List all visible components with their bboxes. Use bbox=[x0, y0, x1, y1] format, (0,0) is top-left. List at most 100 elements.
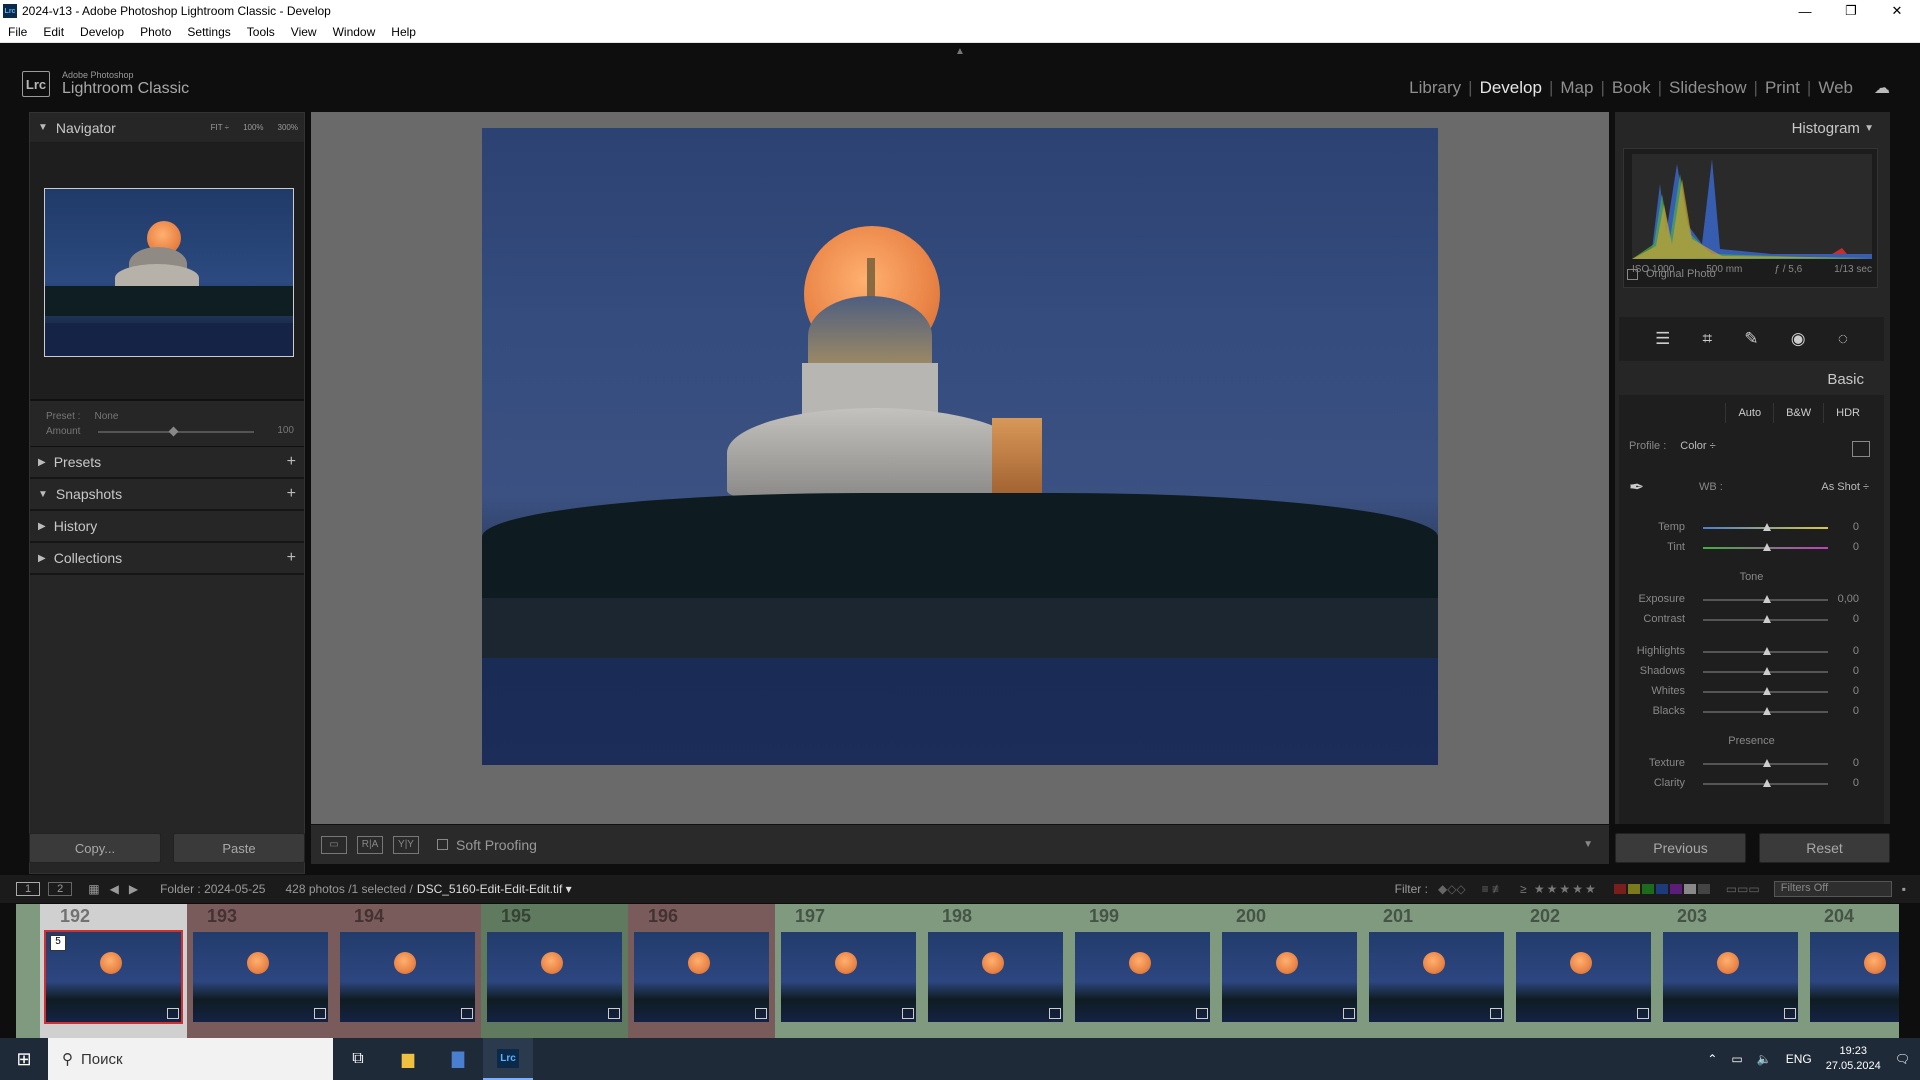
volume-icon[interactable]: 🔈 bbox=[1757, 1052, 1772, 1066]
amount-slider[interactable] bbox=[98, 426, 254, 437]
module-book[interactable]: Book bbox=[1605, 78, 1658, 98]
module-map[interactable]: Map bbox=[1553, 78, 1600, 98]
texture-slider[interactable]: Texture 0 bbox=[1619, 757, 1869, 771]
menu-settings[interactable]: Settings bbox=[179, 25, 238, 39]
histogram-header[interactable]: Histogram ▼ bbox=[1615, 112, 1890, 144]
snapshots-section[interactable]: ▼ Snapshots + bbox=[30, 479, 304, 511]
module-develop[interactable]: Develop bbox=[1473, 78, 1549, 98]
photo-thumbnail[interactable] bbox=[1516, 932, 1651, 1022]
filter-lock-icon[interactable]: ▪ bbox=[1902, 882, 1906, 896]
add-snapshot-icon[interactable]: + bbox=[287, 485, 296, 503]
filters-off-dropdown[interactable]: Filters Off bbox=[1773, 881, 1892, 897]
edited-badge-icon[interactable] bbox=[1343, 1008, 1355, 1019]
filmstrip-cell[interactable]: 200 bbox=[1216, 904, 1363, 1050]
filmstrip-cell[interactable]: 204 bbox=[1804, 904, 1899, 1050]
edited-badge-icon[interactable] bbox=[1049, 1008, 1061, 1019]
edited-badge-icon[interactable] bbox=[1784, 1008, 1796, 1019]
network-icon[interactable]: ▭ bbox=[1731, 1052, 1742, 1066]
masking-icon[interactable]: ◌ bbox=[1838, 329, 1848, 349]
photo-thumbnail[interactable] bbox=[928, 932, 1063, 1022]
edited-badge-icon[interactable] bbox=[755, 1008, 767, 1019]
stack-count-badge[interactable]: 5 bbox=[50, 935, 66, 951]
photo-thumbnail[interactable] bbox=[1222, 932, 1357, 1022]
filmstrip-cell[interactable]: 193 bbox=[187, 904, 334, 1050]
collapse-top-arrow-icon[interactable]: ▲ bbox=[955, 46, 965, 57]
filmstrip-cell[interactable]: 201 bbox=[1363, 904, 1510, 1050]
edited-badge-icon[interactable] bbox=[608, 1008, 620, 1019]
profile-dropdown[interactable]: Color ÷ bbox=[1680, 440, 1715, 452]
close-button[interactable]: ✕ bbox=[1874, 0, 1920, 22]
kind-filter-icons[interactable]: ▭▭▭ bbox=[1726, 882, 1760, 896]
zoom-300[interactable]: 300% bbox=[278, 123, 298, 132]
before-after-split-icon[interactable]: Y|Y bbox=[393, 835, 419, 854]
edit-sliders-icon[interactable]: ☰ bbox=[1655, 329, 1670, 349]
menu-view[interactable]: View bbox=[283, 25, 325, 39]
loupe-view-icon[interactable]: ▭ bbox=[321, 835, 347, 854]
menu-photo[interactable]: Photo bbox=[132, 25, 179, 39]
toolbar-menu-icon[interactable]: ▼ bbox=[1583, 839, 1593, 850]
history-section[interactable]: ▶ History bbox=[30, 511, 304, 543]
edited-badge-icon[interactable] bbox=[1490, 1008, 1502, 1019]
clock[interactable]: 19:23 27.05.2024 bbox=[1826, 1044, 1881, 1074]
photo-thumbnail[interactable] bbox=[1663, 932, 1798, 1022]
filmstrip-partial-cell[interactable] bbox=[16, 904, 40, 1050]
tint-slider[interactable]: Tint 0 bbox=[1619, 541, 1869, 555]
add-preset-icon[interactable]: + bbox=[287, 453, 296, 471]
cloud-sync-icon[interactable]: ☁ bbox=[1874, 78, 1890, 98]
red-eye-icon[interactable]: ◉ bbox=[1791, 329, 1806, 349]
filmstrip-cell[interactable]: 196 bbox=[628, 904, 775, 1050]
highlights-slider[interactable]: Highlights 0 bbox=[1619, 645, 1869, 659]
before-after-icon[interactable]: R|A bbox=[357, 835, 383, 854]
rating-filter-stars[interactable]: ≥ ★★★★★ bbox=[1520, 882, 1598, 896]
edited-badge-icon[interactable] bbox=[902, 1008, 914, 1019]
filmstrip-cell[interactable]: 192 5 bbox=[40, 904, 187, 1050]
maximize-button[interactable]: ❐ bbox=[1828, 0, 1874, 22]
profile-browser-icon[interactable] bbox=[1852, 441, 1870, 457]
shadows-slider[interactable]: Shadows 0 bbox=[1619, 665, 1869, 679]
photo-thumbnail[interactable] bbox=[193, 932, 328, 1022]
add-collection-icon[interactable]: + bbox=[287, 549, 296, 567]
photo-thumbnail[interactable] bbox=[1369, 932, 1504, 1022]
edited-badge-icon[interactable] bbox=[314, 1008, 326, 1019]
back-arrow-icon[interactable]: ◀ bbox=[110, 882, 119, 896]
taskbar-search[interactable]: ⚲ Поиск bbox=[48, 1038, 333, 1080]
photo-thumbnail[interactable] bbox=[1810, 932, 1899, 1022]
navigator-header[interactable]: ▼ Navigator FIT ÷ 100% 300% bbox=[30, 113, 304, 143]
secondary-window-button[interactable]: 2 bbox=[48, 882, 73, 896]
filmstrip-cell[interactable]: 197 bbox=[775, 904, 922, 1050]
lightroom-taskbar-icon[interactable]: Lrc bbox=[483, 1038, 533, 1080]
primary-window-button[interactable]: 1 bbox=[16, 882, 41, 896]
contrast-slider[interactable]: Contrast 0 bbox=[1619, 613, 1869, 627]
menu-develop[interactable]: Develop bbox=[72, 25, 132, 39]
module-print[interactable]: Print bbox=[1758, 78, 1807, 98]
photo-thumbnail[interactable] bbox=[487, 932, 622, 1022]
edited-badge-icon[interactable] bbox=[1196, 1008, 1208, 1019]
wb-eyedropper-icon[interactable]: ✒ bbox=[1629, 477, 1655, 507]
language-indicator[interactable]: ENG bbox=[1786, 1052, 1812, 1066]
healing-icon[interactable]: ✎ bbox=[1744, 329, 1758, 349]
menu-file[interactable]: File bbox=[0, 25, 35, 39]
histogram-menu-icon[interactable]: ▼ bbox=[1864, 123, 1874, 134]
module-library[interactable]: Library bbox=[1402, 78, 1468, 98]
navigator-thumbnail[interactable] bbox=[44, 188, 294, 357]
soft-proofing-checkbox[interactable] bbox=[437, 839, 448, 850]
hdr-button[interactable]: HDR bbox=[1823, 403, 1872, 423]
photo-thumbnail[interactable] bbox=[1075, 932, 1210, 1022]
edited-badge-icon[interactable] bbox=[1637, 1008, 1649, 1019]
copy-button[interactable]: Copy... bbox=[29, 833, 161, 863]
module-slideshow[interactable]: Slideshow bbox=[1662, 78, 1754, 98]
menu-help[interactable]: Help bbox=[383, 25, 424, 39]
exposure-slider[interactable]: Exposure 0,00 bbox=[1619, 593, 1869, 607]
file-explorer-icon[interactable]: ▆ bbox=[383, 1038, 433, 1080]
notification-icon[interactable]: 🗨 bbox=[1895, 1052, 1910, 1066]
task-view-icon[interactable]: ⧉ bbox=[333, 1038, 383, 1080]
filmstrip-cell[interactable]: 198 bbox=[922, 904, 1069, 1050]
edit-filter-icons[interactable]: ≡ ≢ bbox=[1482, 882, 1504, 896]
edited-badge-icon[interactable] bbox=[167, 1008, 179, 1019]
whites-slider[interactable]: Whites 0 bbox=[1619, 685, 1869, 699]
bw-button[interactable]: B&W bbox=[1773, 403, 1823, 423]
filename[interactable]: DSC_5160-Edit-Edit-Edit.tif ▾ bbox=[417, 882, 572, 896]
zoom-100[interactable]: 100% bbox=[243, 123, 263, 132]
filmstrip-cell[interactable]: 202 bbox=[1510, 904, 1657, 1050]
paste-button[interactable]: Paste bbox=[173, 833, 305, 863]
